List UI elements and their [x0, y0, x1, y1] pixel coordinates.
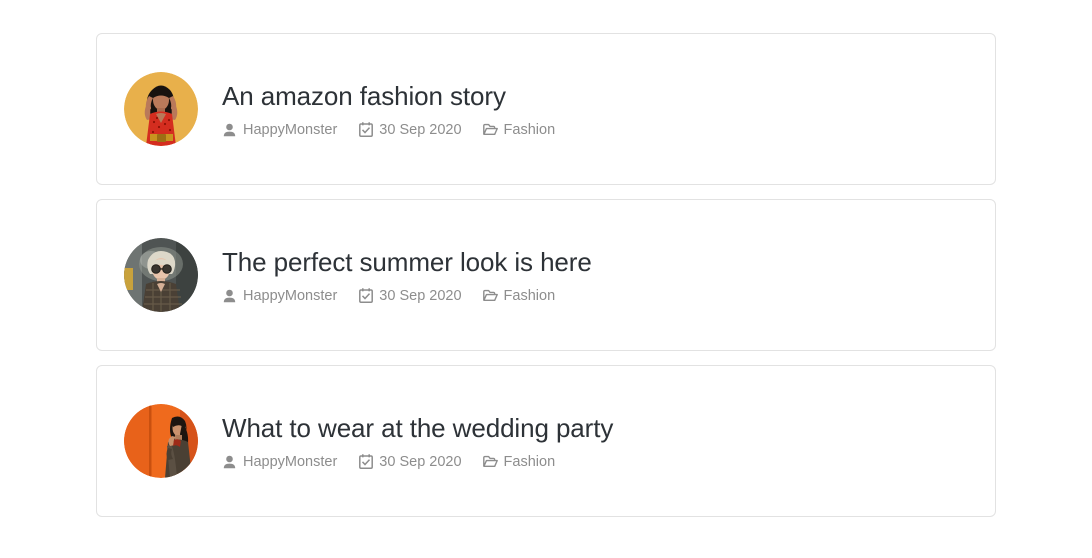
- post-author[interactable]: HappyMonster: [222, 288, 337, 303]
- post-date-text: 30 Sep 2020: [379, 453, 462, 470]
- avatar: [124, 72, 198, 146]
- post-body: An amazon fashion story HappyMonster 30 …: [222, 81, 555, 138]
- user-icon: [222, 288, 237, 303]
- post-category[interactable]: Fashion: [482, 121, 556, 138]
- post-list: An amazon fashion story HappyMonster 30 …: [96, 33, 996, 517]
- post-body: The perfect summer look is here HappyMon…: [222, 247, 592, 304]
- post-author-name: HappyMonster: [243, 453, 338, 470]
- post-author[interactable]: HappyMonster: [222, 122, 337, 137]
- folder-open-icon: [482, 122, 498, 137]
- avatar: [124, 238, 198, 312]
- folder-open-icon: [482, 454, 498, 469]
- post-title[interactable]: What to wear at the wedding party: [222, 413, 613, 444]
- folder-open-icon: [482, 288, 498, 303]
- post-category[interactable]: Fashion: [482, 287, 556, 304]
- calendar-check-icon: [358, 122, 373, 138]
- post-date[interactable]: 30 Sep 2020: [358, 121, 462, 138]
- user-icon: [222, 122, 237, 137]
- page-root: An amazon fashion story HappyMonster 30 …: [0, 0, 1092, 558]
- post-date[interactable]: 30 Sep 2020: [358, 287, 462, 304]
- post-title[interactable]: The perfect summer look is here: [222, 247, 592, 278]
- post-meta: HappyMonster 30 Sep 2020 Fashion: [222, 121, 556, 138]
- user-icon: [222, 454, 237, 469]
- post-author-name: HappyMonster: [243, 287, 338, 304]
- post-card[interactable]: An amazon fashion story HappyMonster 30 …: [96, 33, 996, 185]
- post-category-name: Fashion: [503, 287, 556, 304]
- post-category-name: Fashion: [503, 121, 556, 138]
- post-meta: HappyMonster 30 Sep 2020 Fashion: [222, 287, 592, 304]
- post-card[interactable]: What to wear at the wedding party HappyM…: [96, 365, 996, 517]
- post-author[interactable]: HappyMonster: [222, 454, 337, 469]
- calendar-check-icon: [358, 288, 373, 304]
- post-author-name: HappyMonster: [243, 121, 338, 138]
- avatar: [124, 404, 198, 478]
- post-category-name: Fashion: [503, 453, 556, 470]
- post-card[interactable]: The perfect summer look is here HappyMon…: [96, 199, 996, 351]
- post-date[interactable]: 30 Sep 2020: [358, 453, 462, 470]
- post-category[interactable]: Fashion: [482, 453, 556, 470]
- post-title[interactable]: An amazon fashion story: [222, 81, 555, 112]
- post-meta: HappyMonster 30 Sep 2020 Fashion: [222, 453, 613, 470]
- calendar-check-icon: [358, 454, 373, 470]
- post-date-text: 30 Sep 2020: [379, 287, 462, 304]
- post-date-text: 30 Sep 2020: [379, 121, 462, 138]
- post-body: What to wear at the wedding party HappyM…: [222, 413, 613, 470]
